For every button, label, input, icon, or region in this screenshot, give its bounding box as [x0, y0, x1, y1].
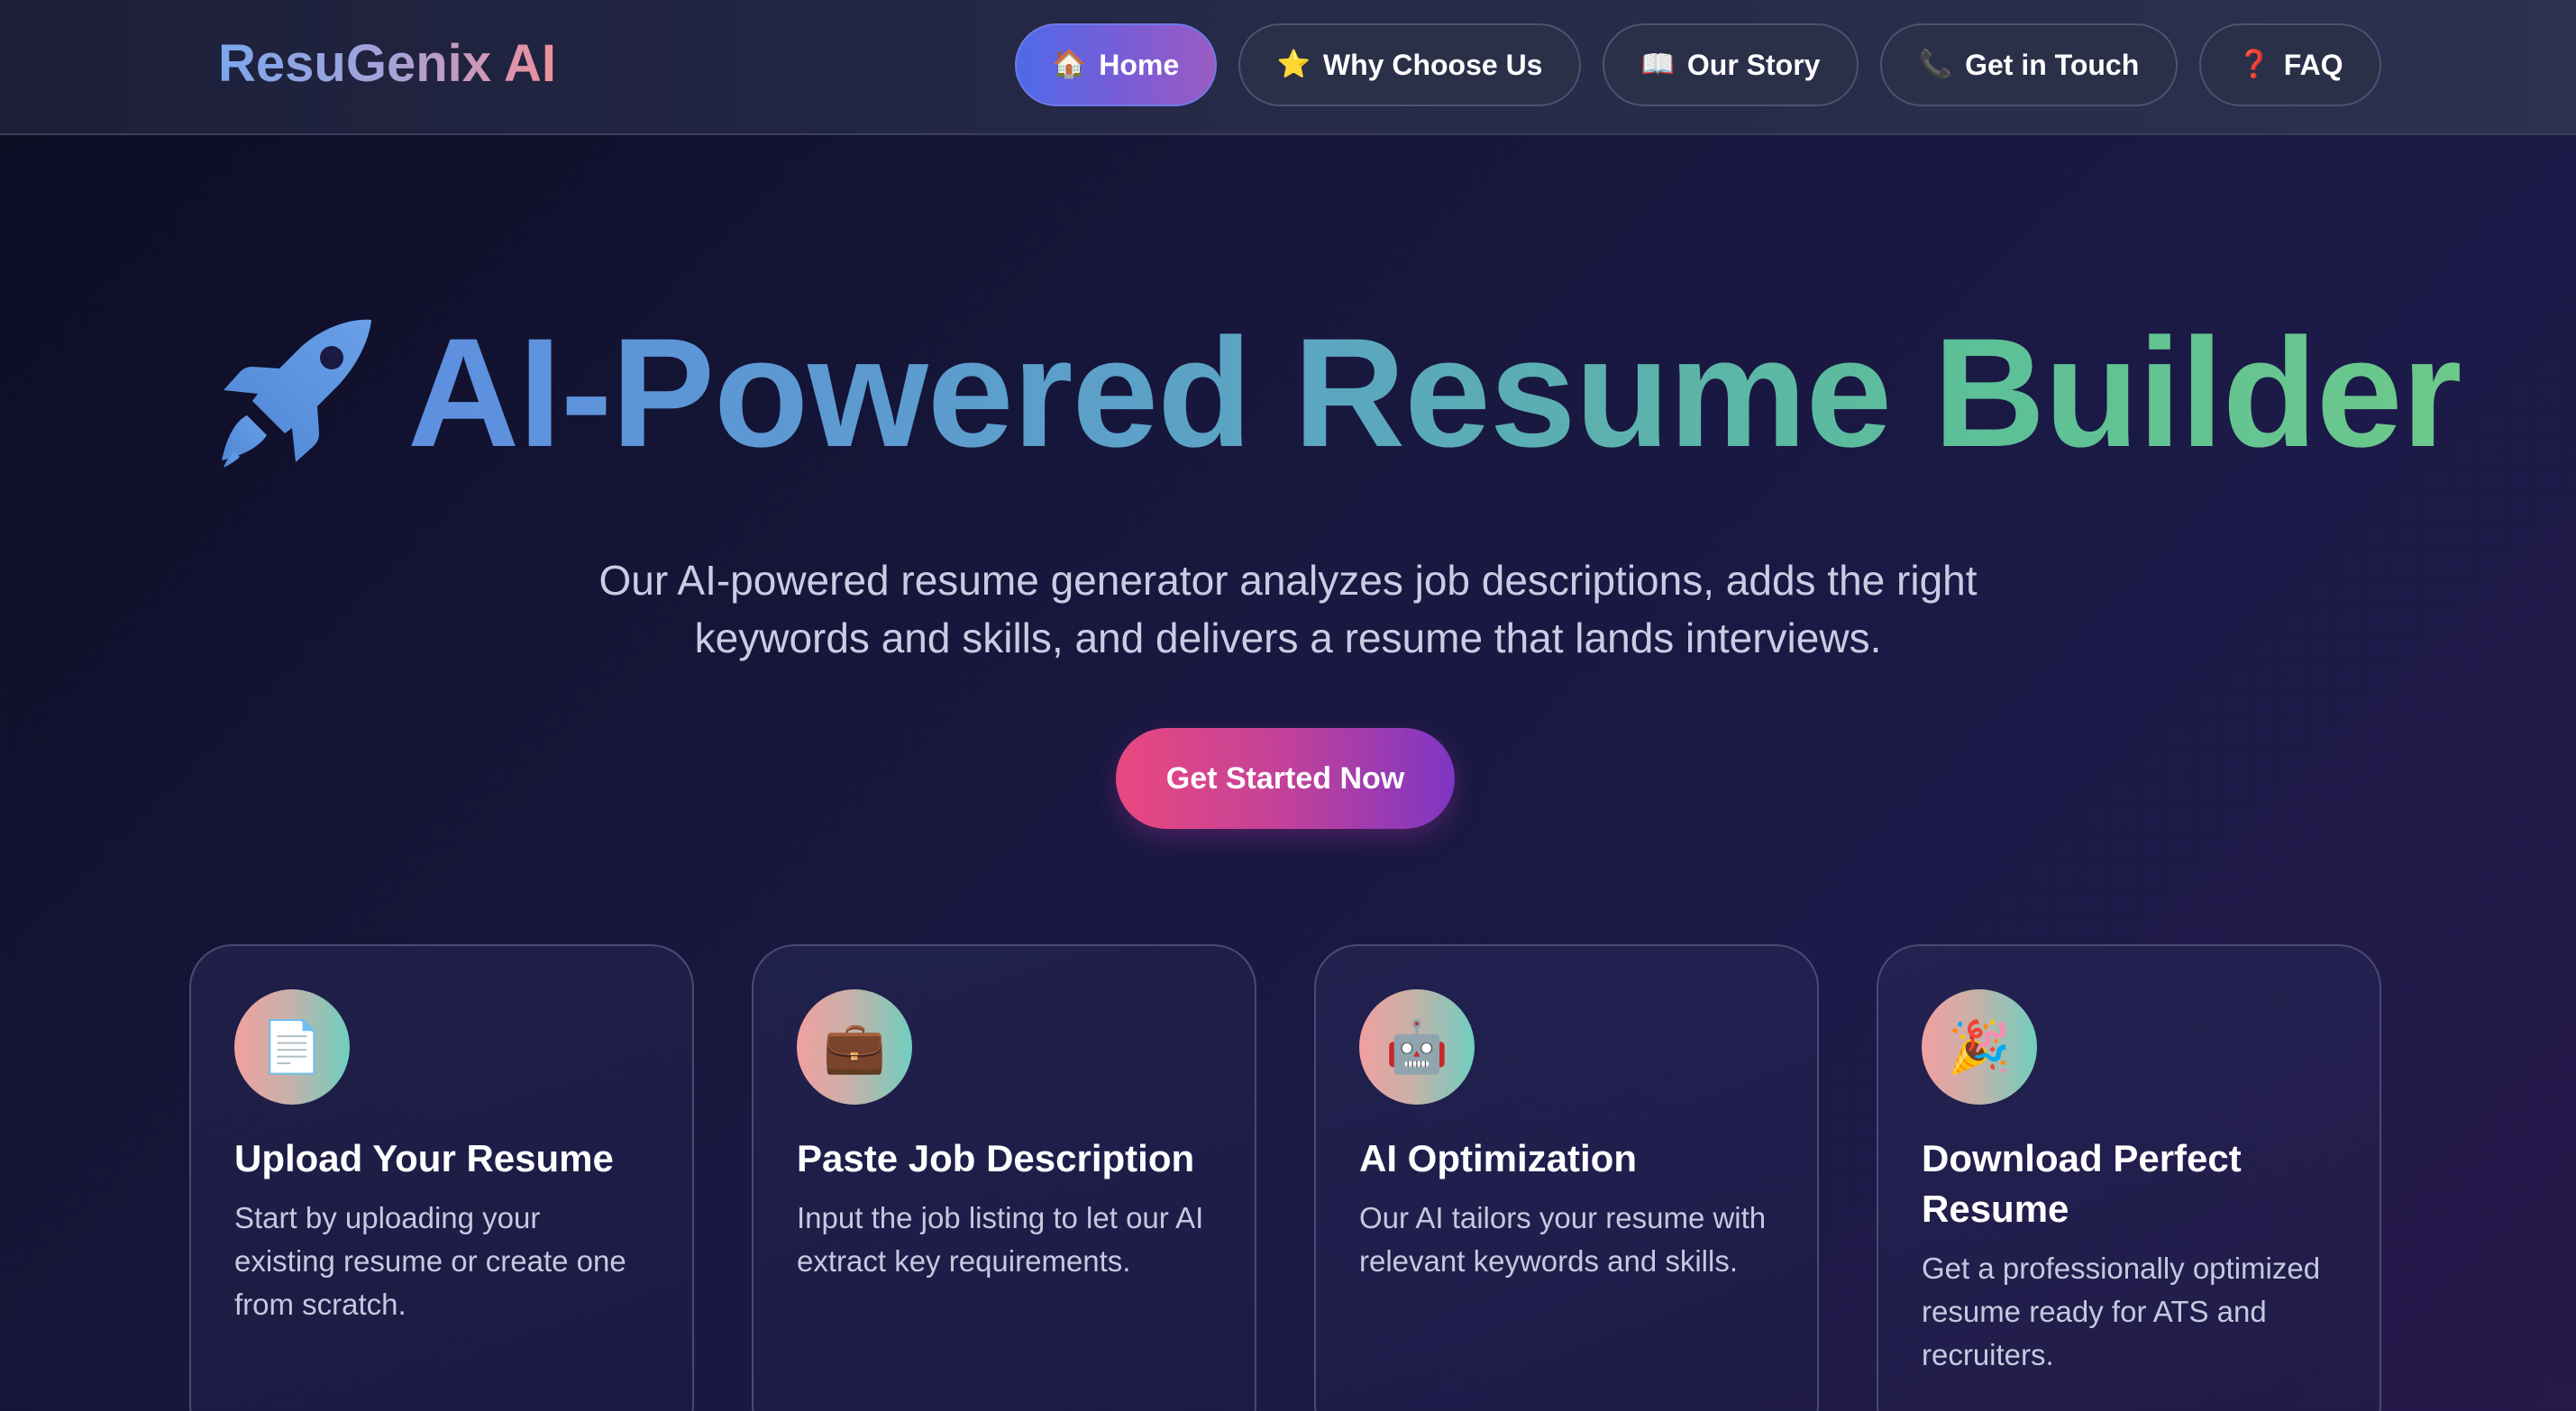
feature-card-description: Input the job listing to let our AI extr… [797, 1201, 1204, 1278]
rocket-icon [222, 319, 371, 468]
nav-home-button[interactable]: 🏠 Home [1015, 23, 1217, 106]
main-nav: 🏠 Home ⭐ Why Choose Us 📖 Our Story 📞 Get… [1015, 23, 2381, 106]
nav-faq-button[interactable]: ❓ FAQ [2199, 23, 2381, 106]
question-mark-icon: ❓ [2237, 50, 2271, 79]
feature-card-download-resume: 🎉 Download Perfect Resume Get a professi… [1877, 944, 2381, 1411]
nav-home-label: Home [1099, 48, 1180, 81]
hero-title-text: AI-Powered Resume Builder [407, 303, 2462, 483]
feature-card-description: Our AI tailors your resume with relevant… [1359, 1201, 1767, 1278]
home-icon: 🏠 [1052, 50, 1087, 79]
feature-card-ai-optimization: 🤖 AI Optimization Our AI tailors your re… [1314, 944, 1819, 1411]
feature-card-title: Upload Your Resume [234, 1137, 614, 1179]
brand-logo[interactable]: ResuGenix AI [218, 32, 556, 96]
get-started-button[interactable]: Get Started Now [1116, 728, 1455, 829]
feature-card-upload-resume: 📄 Upload Your Resume Start by uploading … [189, 944, 694, 1411]
nav-our-story-button[interactable]: 📖 Our Story [1603, 23, 1859, 106]
hero-title: AI-Powered Resume Builder [216, 303, 2462, 483]
star-icon: ⭐ [1276, 50, 1311, 79]
nav-why-choose-us-button[interactable]: ⭐ Why Choose Us [1238, 23, 1581, 106]
nav-get-in-touch-button[interactable]: 📞 Get in Touch [1880, 23, 2178, 106]
party-popper-icon: 🎉 [1922, 989, 2037, 1105]
nav-faq-label: FAQ [2283, 48, 2343, 81]
feature-card-title: Paste Job Description [797, 1137, 1195, 1179]
feature-card-description: Get a professionally optimized resume re… [1922, 1252, 2321, 1371]
top-navbar: ResuGenix AI 🏠 Home ⭐ Why Choose Us 📖 Ou… [0, 0, 2576, 135]
feature-card-paste-job-description: 💼 Paste Job Description Input the job li… [752, 944, 1256, 1411]
feature-cards: 📄 Upload Your Resume Start by uploading … [189, 944, 2381, 1411]
feature-card-title: Download Perfect Resume [1922, 1137, 2242, 1230]
phone-icon: 📞 [1918, 50, 1953, 79]
feature-card-description: Start by uploading your existing resume … [234, 1201, 626, 1321]
book-icon: 📖 [1640, 50, 1675, 79]
nav-our-story-label: Our Story [1686, 48, 1821, 81]
robot-icon: 🤖 [1359, 989, 1475, 1105]
nav-why-choose-us-label: Why Choose Us [1322, 48, 1543, 81]
briefcase-icon: 💼 [797, 989, 912, 1105]
document-icon: 📄 [234, 989, 350, 1105]
feature-card-title: AI Optimization [1359, 1137, 1637, 1179]
hero-subtitle: Our AI-powered resume generator analyzes… [598, 557, 1978, 661]
nav-get-in-touch-label: Get in Touch [1965, 48, 2140, 81]
